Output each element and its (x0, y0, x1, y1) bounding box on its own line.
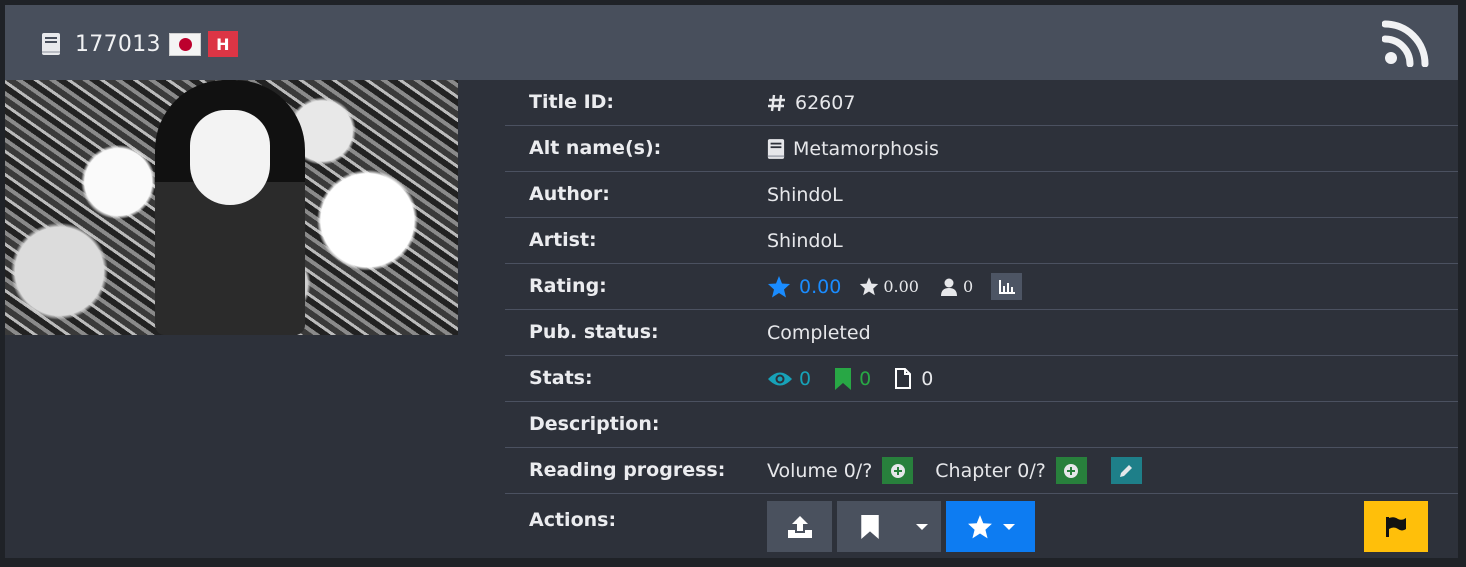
eye-icon (768, 372, 792, 385)
artist-label: Artist: (529, 229, 597, 251)
artist-link[interactable]: ShindoL (767, 230, 843, 252)
alt-names-label: Alt name(s): (529, 137, 662, 159)
mean-rating: 0.00 (883, 277, 919, 296)
views-count: 0 (799, 367, 812, 390)
plus-circle-icon (1064, 463, 1079, 478)
volume-progress: Volume 0/? (767, 459, 873, 482)
row-author: Author: ShindoL (505, 172, 1458, 218)
follows-count: 0 (859, 367, 872, 390)
star-icon (860, 277, 879, 296)
author-link[interactable]: ShindoL (767, 184, 843, 206)
title-id-value: 62607 (795, 91, 856, 114)
upload-button[interactable] (767, 501, 832, 552)
hashtag-icon (768, 94, 785, 111)
stats-label: Stats: (529, 367, 593, 389)
hentai-badge: H (207, 31, 238, 57)
author-label: Author: (529, 183, 610, 205)
increment-chapter-button[interactable] (1055, 457, 1087, 484)
title-id-label: Title ID: (529, 91, 615, 113)
pages-count: 0 (921, 367, 934, 390)
alt-name-value: Metamorphosis (793, 137, 939, 160)
reading-progress-label: Reading progress: (529, 459, 726, 481)
pencil-icon (1120, 464, 1133, 477)
row-actions: Actions: (505, 494, 1458, 554)
rate-button[interactable] (946, 501, 1035, 552)
pub-status-label: Pub. status: (529, 321, 659, 343)
caret-down-icon (1002, 523, 1015, 530)
card-header: 177013 H (5, 5, 1458, 80)
upload-icon (787, 515, 812, 538)
star-icon (967, 514, 992, 538)
cover-image[interactable] (5, 80, 458, 335)
plus-circle-icon (890, 463, 905, 478)
flag-icon (1386, 516, 1406, 537)
follow-dropdown-toggle[interactable] (903, 501, 941, 552)
follow-status-button[interactable] (837, 501, 903, 552)
pub-status-value: Completed (767, 321, 871, 344)
rating-users-count: 0 (962, 277, 974, 296)
row-artist: Artist: ShindoL (505, 218, 1458, 264)
row-alt-names: Alt name(s): Metamorphosis (505, 126, 1458, 172)
row-stats: Stats: 0 0 0 (505, 356, 1458, 402)
manga-card: 177013 H Title ID: 62607 Alt name(s): Me… (5, 5, 1458, 558)
chapter-progress: Chapter 0/? (935, 459, 1046, 482)
book-icon (42, 33, 60, 55)
bayesian-rating: 0.00 (799, 275, 842, 298)
report-button[interactable] (1364, 501, 1428, 552)
row-description: Description: (505, 402, 1458, 448)
star-icon (768, 275, 790, 297)
rating-label: Rating: (529, 275, 607, 297)
bookmark-icon (835, 367, 852, 390)
row-pub-status: Pub. status: Completed (505, 310, 1458, 356)
book-icon (767, 138, 785, 159)
japan-flag-icon (168, 32, 201, 56)
edit-progress-button[interactable] (1110, 457, 1142, 484)
header-title: 177013 H (41, 31, 238, 57)
bar-chart-icon (998, 279, 1015, 294)
user-icon (940, 278, 957, 296)
caret-down-icon (916, 523, 928, 530)
details-table: Title ID: 62607 Alt name(s): Metamorphos… (505, 80, 1458, 554)
increment-volume-button[interactable] (882, 457, 914, 484)
rating-chart-button[interactable] (991, 273, 1023, 300)
row-rating: Rating: 0.00 0.00 0 (505, 264, 1458, 310)
file-icon (895, 368, 912, 389)
rss-icon[interactable] (1382, 19, 1430, 67)
actions-label: Actions: (529, 509, 617, 531)
bookmark-icon (861, 514, 879, 539)
row-title-id: Title ID: 62607 (505, 80, 1458, 126)
description-label: Description: (529, 413, 660, 435)
manga-id: 177013 (75, 31, 161, 57)
row-reading-progress: Reading progress: Volume 0/? Chapter 0/? (505, 448, 1458, 494)
